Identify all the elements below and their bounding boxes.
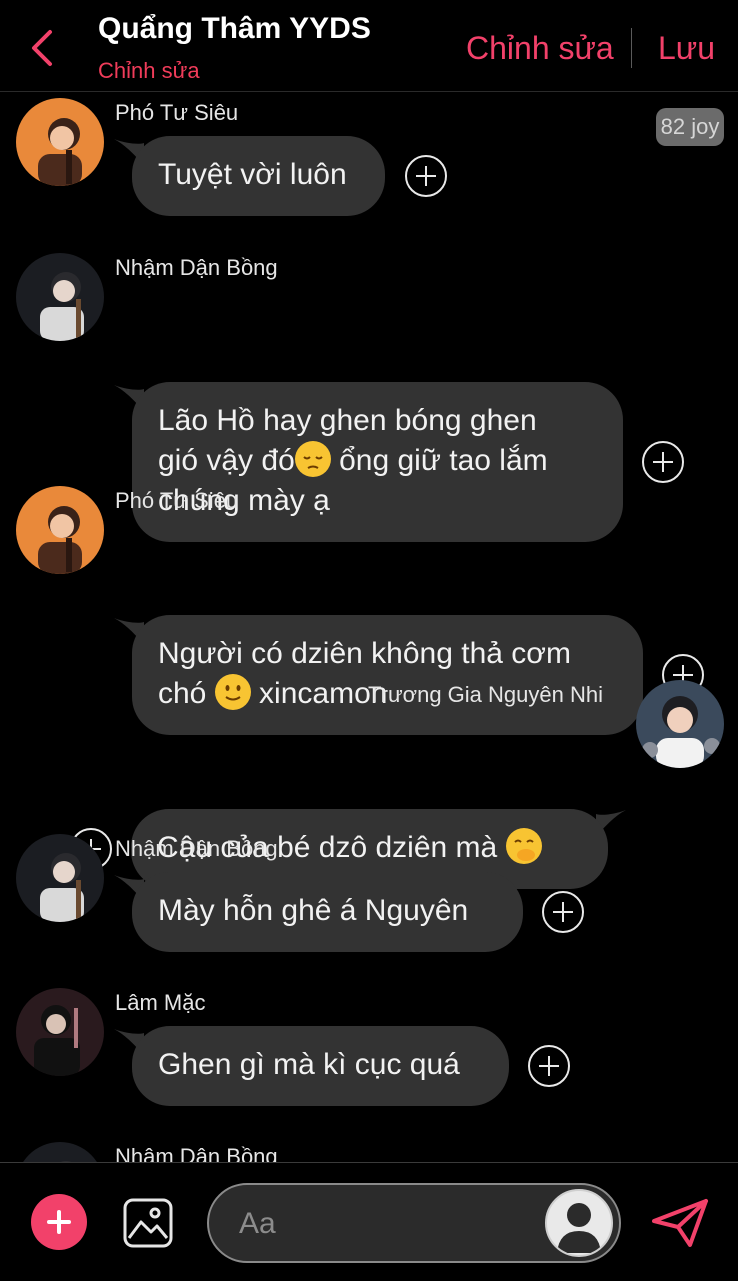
header-divider — [631, 28, 632, 68]
message-bubble[interactable]: Lão Hồ hay ghen bóng ghen gió vậy đó ổng… — [132, 382, 623, 542]
sender-name: Nhậm Dận Bồng — [115, 1144, 278, 1162]
send-icon[interactable] — [650, 1197, 710, 1249]
react-plus-icon[interactable] — [528, 1045, 570, 1087]
image-icon[interactable] — [123, 1198, 173, 1248]
group-title[interactable]: Quẩng Thâm YYDS — [98, 12, 371, 46]
edit-button[interactable]: Chỉnh sửa — [466, 30, 614, 67]
avatar-photo-icon — [16, 1142, 104, 1162]
message-bubble[interactable]: Mày hỗn ghê á Nguyên — [132, 872, 523, 952]
sender-name: Phó Tư Siêu — [115, 100, 239, 125]
avatar[interactable] — [16, 486, 104, 574]
react-plus-icon[interactable] — [542, 891, 584, 933]
slight-smile-emoji-icon — [214, 674, 251, 710]
message-input[interactable]: Aa — [207, 1183, 621, 1263]
message-text: Mày hỗn ghê á Nguyên — [158, 894, 469, 927]
plus-icon[interactable] — [31, 1194, 87, 1250]
avatar[interactable] — [16, 253, 104, 341]
avatar-photo-icon — [16, 988, 104, 1076]
avatar-photo-icon — [16, 98, 104, 186]
group-subtitle: Chỉnh sửa — [98, 58, 200, 83]
chat-header: Quẩng Thâm YYDS Chỉnh sửa Chỉnh sửa Lưu — [0, 0, 738, 92]
pensive-emoji-icon — [294, 441, 331, 477]
message-text: Lão Hồ hay ghen bóng ghen — [158, 404, 537, 437]
sender-name: Nhậm Dận Bồng — [115, 836, 278, 861]
avatar[interactable] — [16, 1142, 104, 1162]
avatar-photo-icon — [16, 486, 104, 574]
joy-badge: 82 joy — [656, 108, 724, 146]
avatar[interactable] — [16, 834, 104, 922]
message-list[interactable]: 82 joy Phó Tư Siêu Tuyệt vời luôn Nhậm D… — [0, 92, 738, 1162]
avatar[interactable] — [16, 988, 104, 1076]
composer-bar: Aa — [0, 1162, 738, 1281]
avatar-photo-icon — [636, 680, 724, 768]
message-text-line: gió vậy đó ổng giữ tao lắm — [158, 441, 597, 481]
save-button[interactable]: Lưu — [658, 30, 715, 67]
message-bubble[interactable]: Tuyệt vời luôn — [132, 136, 385, 216]
avatar-icon[interactable] — [545, 1189, 613, 1257]
message-text: Tuyệt vời luôn — [158, 158, 347, 191]
message-bubble[interactable]: Ghen gì mà kì cục quá — [132, 1026, 509, 1106]
react-plus-icon[interactable] — [405, 155, 447, 197]
avatar-photo-icon — [16, 834, 104, 922]
sender-name: Lâm Mặc — [115, 990, 206, 1015]
hand-over-mouth-emoji-icon — [505, 828, 542, 864]
message-text: Ghen gì mà kì cục quá — [158, 1048, 460, 1081]
message-bubble[interactable]: Người có dziên không thả cơm chó xincamo… — [132, 615, 643, 735]
message-text: Người có dziên không thả cơm — [158, 637, 571, 670]
avatar[interactable] — [16, 98, 104, 186]
back-chevron-icon[interactable] — [26, 26, 60, 70]
avatar[interactable] — [636, 680, 724, 768]
sender-name: Trương Gia Nguyên Nhi — [368, 682, 603, 707]
sender-name: Phó Tư Siêu — [115, 488, 239, 513]
react-plus-icon[interactable] — [642, 441, 684, 483]
message-input-placeholder: Aa — [239, 1207, 276, 1240]
avatar-photo-icon — [16, 253, 104, 341]
sender-name: Nhậm Dận Bồng — [115, 255, 278, 280]
